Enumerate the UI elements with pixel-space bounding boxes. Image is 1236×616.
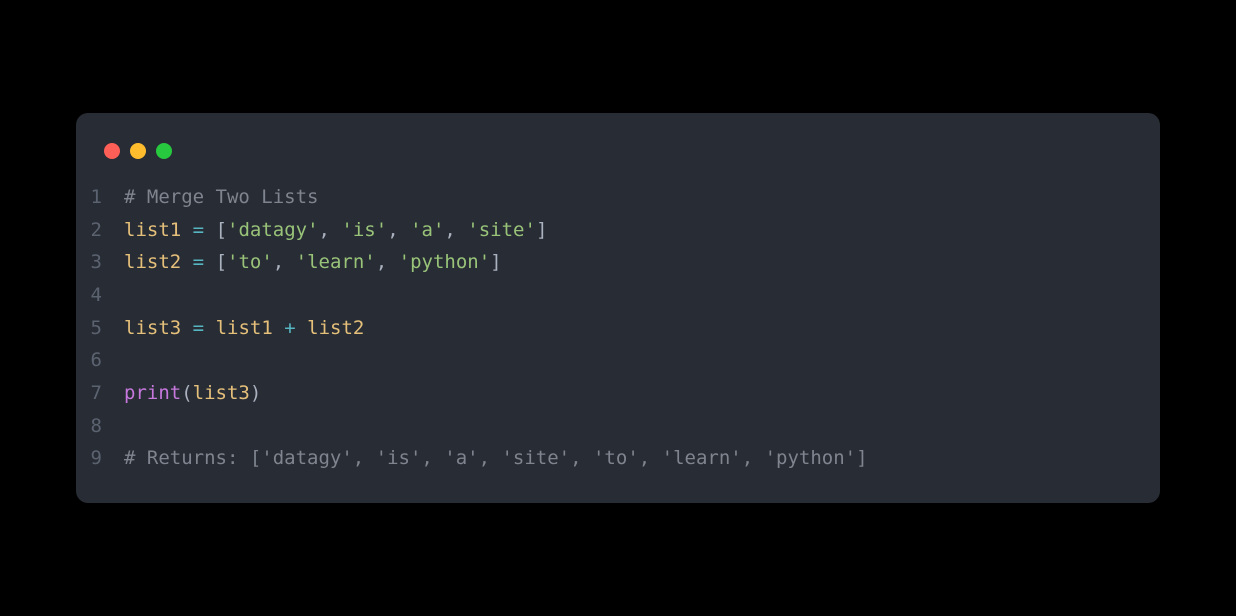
token-bracket: [	[216, 251, 227, 273]
token-string: 'datagy'	[227, 219, 319, 241]
code-line: 6	[76, 344, 1160, 377]
code-line: 5list3 = list1 + list2	[76, 312, 1160, 345]
line-number: 5	[76, 312, 124, 345]
token-bracket: ]	[490, 251, 501, 273]
token-plain: ,	[444, 219, 467, 241]
token-operator: =	[193, 251, 204, 273]
code-window: 1# Merge Two Lists2list1 = ['datagy', 'i…	[76, 113, 1160, 503]
token-comment: # Merge Two Lists	[124, 186, 318, 208]
code-line: 4	[76, 279, 1160, 312]
token-plain	[204, 219, 215, 241]
token-string: 'python'	[399, 251, 491, 273]
close-icon[interactable]	[104, 143, 120, 159]
line-number: 7	[76, 377, 124, 410]
token-func: print	[124, 382, 181, 404]
code-content	[124, 344, 135, 377]
code-content: print(list3)	[124, 377, 261, 410]
code-content: # Returns: ['datagy', 'is', 'a', 'site',…	[124, 442, 868, 475]
token-bracket: (	[181, 382, 192, 404]
code-content: list3 = list1 + list2	[124, 312, 364, 345]
token-identifier: list1	[124, 219, 181, 241]
line-number: 4	[76, 279, 124, 312]
maximize-icon[interactable]	[156, 143, 172, 159]
code-line: 2list1 = ['datagy', 'is', 'a', 'site']	[76, 214, 1160, 247]
token-operator: =	[193, 317, 204, 339]
code-content	[124, 410, 135, 443]
token-bracket: [	[216, 219, 227, 241]
code-line: 3list2 = ['to', 'learn', 'python']	[76, 246, 1160, 279]
token-plain	[296, 317, 307, 339]
token-string: 'learn'	[296, 251, 376, 273]
token-string: 'is'	[341, 219, 387, 241]
token-plain: ,	[273, 251, 296, 273]
token-bracket: ]	[536, 219, 547, 241]
line-number: 6	[76, 344, 124, 377]
code-content: list1 = ['datagy', 'is', 'a', 'site']	[124, 214, 547, 247]
token-operator: +	[284, 317, 295, 339]
token-string: 'a'	[410, 219, 444, 241]
token-comment: # Returns: ['datagy', 'is', 'a', 'site',…	[124, 447, 868, 469]
code-line: 8	[76, 410, 1160, 443]
code-content: list2 = ['to', 'learn', 'python']	[124, 246, 502, 279]
minimize-icon[interactable]	[130, 143, 146, 159]
token-identifier: list3	[124, 317, 181, 339]
window-titlebar	[76, 137, 1160, 181]
token-plain	[204, 317, 215, 339]
code-line: 9# Returns: ['datagy', 'is', 'a', 'site'…	[76, 442, 1160, 475]
line-number: 9	[76, 442, 124, 475]
line-number: 1	[76, 181, 124, 214]
line-number: 8	[76, 410, 124, 443]
token-string: 'site'	[467, 219, 536, 241]
code-content: # Merge Two Lists	[124, 181, 318, 214]
token-plain: ,	[387, 219, 410, 241]
token-plain: ,	[319, 219, 342, 241]
token-plain	[181, 317, 192, 339]
line-number: 2	[76, 214, 124, 247]
token-identifier: list2	[124, 251, 181, 273]
code-area: 1# Merge Two Lists2list1 = ['datagy', 'i…	[76, 181, 1160, 475]
token-plain	[273, 317, 284, 339]
token-plain	[181, 251, 192, 273]
code-line: 1# Merge Two Lists	[76, 181, 1160, 214]
token-plain: ,	[376, 251, 399, 273]
token-string: 'to'	[227, 251, 273, 273]
token-identifier: list1	[216, 317, 273, 339]
token-plain	[181, 219, 192, 241]
token-bracket: )	[250, 382, 261, 404]
token-identifier: list2	[307, 317, 364, 339]
code-line: 7print(list3)	[76, 377, 1160, 410]
token-plain	[204, 251, 215, 273]
line-number: 3	[76, 246, 124, 279]
token-identifier: list3	[193, 382, 250, 404]
token-operator: =	[193, 219, 204, 241]
code-content	[124, 279, 135, 312]
